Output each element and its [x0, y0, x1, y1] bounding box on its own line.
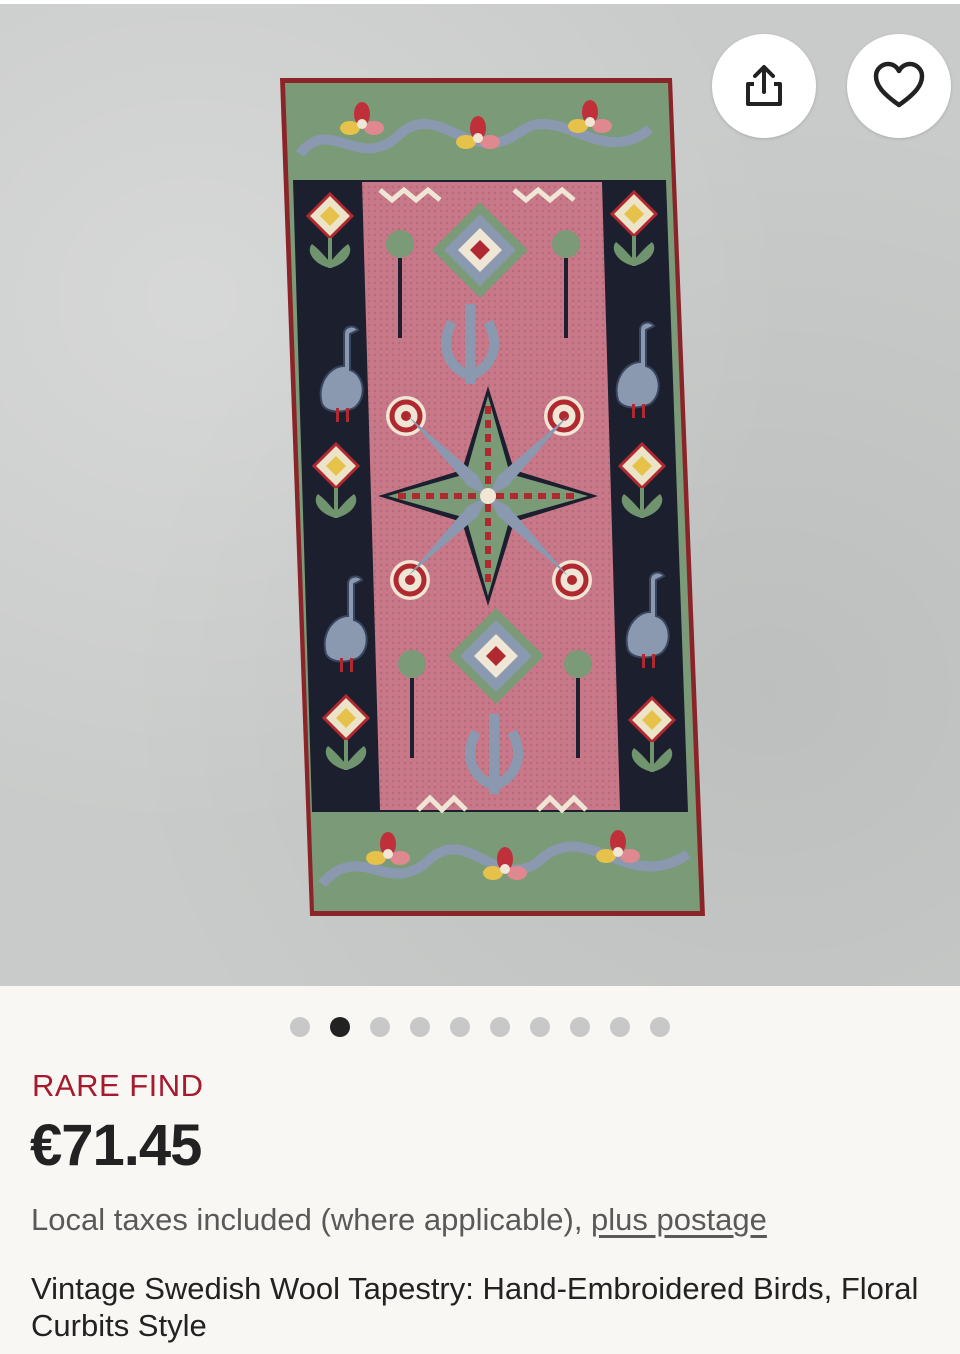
share-button[interactable]	[712, 34, 816, 138]
carousel-dot-5[interactable]	[450, 1017, 470, 1037]
carousel-dot-7[interactable]	[530, 1017, 550, 1037]
heart-icon	[873, 61, 925, 108]
carousel-dot-4[interactable]	[410, 1017, 430, 1037]
rare-find-badge: RARE FIND	[32, 1068, 204, 1103]
postage-link[interactable]: plus postage	[591, 1202, 767, 1237]
listing-title: Vintage Swedish Wool Tapestry: Hand-Embr…	[31, 1271, 919, 1343]
carousel-dot-6[interactable]	[490, 1017, 510, 1037]
tax-note-text: Local taxes included (where applicable),	[31, 1202, 592, 1237]
share-icon	[746, 65, 782, 106]
tax-note: Local taxes included (where applicable),…	[31, 1202, 767, 1238]
carousel-dot-8[interactable]	[570, 1017, 590, 1037]
listing-image[interactable]	[0, 4, 960, 986]
carousel-dot-10[interactable]	[650, 1017, 670, 1037]
favorite-button[interactable]	[847, 34, 951, 138]
carousel-indicator[interactable]	[0, 1015, 960, 1039]
tapestry-image	[280, 78, 705, 916]
carousel-dot-3[interactable]	[370, 1017, 390, 1037]
carousel-dot-9[interactable]	[610, 1017, 630, 1037]
price: €71.45	[30, 1113, 202, 1178]
carousel-dot-2[interactable]	[330, 1017, 350, 1037]
carousel-dot-1[interactable]	[290, 1017, 310, 1037]
